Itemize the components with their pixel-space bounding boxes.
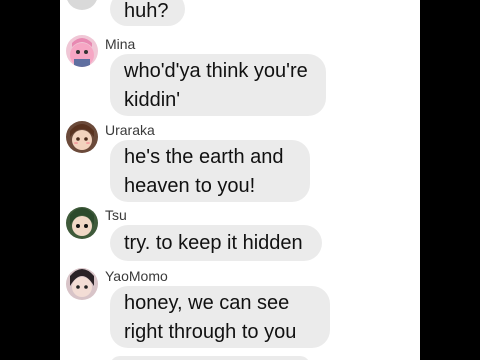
avatar-icon[interactable]	[66, 207, 98, 239]
message-bubble: who'd'ya think you're kiddin'	[110, 54, 326, 116]
sender-name: Uraraka	[105, 122, 155, 138]
avatar-icon[interactable]	[66, 268, 98, 300]
sender-name: YaoMomo	[105, 268, 168, 284]
chat-screen: huh? Mina who'd'ya think you're kiddin'	[60, 0, 420, 360]
sender-name: Mina	[105, 36, 136, 52]
video-frame: huh? Mina who'd'ya think you're kiddin'	[0, 0, 480, 360]
message-bubble: honey, we can see right through to you	[110, 286, 330, 348]
message-bubble: he's the earth and heaven to you!	[110, 140, 310, 202]
avatar-icon[interactable]	[66, 121, 98, 153]
avatar-icon[interactable]	[66, 0, 98, 10]
avatar-icon[interactable]	[66, 35, 98, 67]
message-bubble: huh?	[110, 0, 185, 26]
sender-name: Tsu	[105, 207, 127, 223]
message-bubble-partial	[110, 356, 310, 360]
message-bubble: try. to keep it hidden	[110, 225, 322, 261]
